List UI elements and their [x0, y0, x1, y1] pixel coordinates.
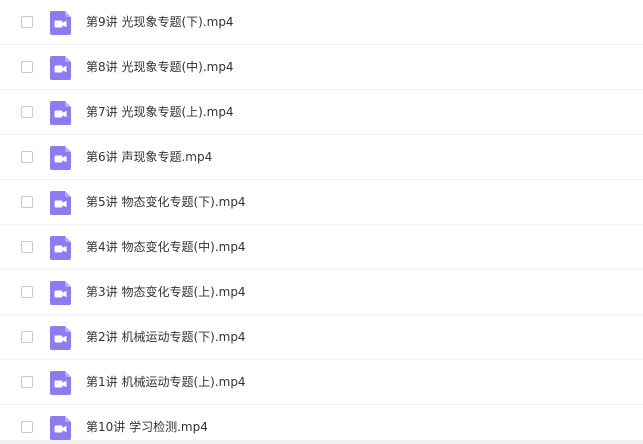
row-checkbox[interactable] — [21, 376, 33, 388]
row-checkbox[interactable] — [21, 196, 33, 208]
file-name[interactable]: 第6讲 声现象专题.mp4 — [86, 149, 212, 165]
video-file-icon — [50, 191, 71, 215]
row-checkbox[interactable] — [21, 241, 33, 253]
file-name[interactable]: 第3讲 物态变化专题(上).mp4 — [86, 284, 246, 300]
video-file-icon — [50, 101, 71, 125]
file-name[interactable]: 第7讲 光现象专题(上).mp4 — [86, 104, 234, 120]
video-file-icon — [50, 371, 71, 395]
file-name[interactable]: 第5讲 物态变化专题(下).mp4 — [86, 194, 246, 210]
file-name[interactable]: 第8讲 光现象专题(中).mp4 — [86, 59, 234, 75]
video-file-icon — [50, 236, 71, 260]
file-row[interactable]: 第4讲 物态变化专题(中).mp4 — [0, 225, 643, 270]
file-name[interactable]: 第1讲 机械运动专题(上).mp4 — [86, 374, 246, 390]
row-checkbox[interactable] — [21, 16, 33, 28]
video-file-icon — [50, 146, 71, 170]
file-row[interactable]: 第5讲 物态变化专题(下).mp4 — [0, 180, 643, 225]
file-row[interactable]: 第10讲 学习检测.mp4 — [0, 405, 643, 444]
file-name[interactable]: 第4讲 物态变化专题(中).mp4 — [86, 239, 246, 255]
file-name[interactable]: 第10讲 学习检测.mp4 — [86, 419, 208, 435]
row-checkbox[interactable] — [21, 421, 33, 433]
file-row[interactable]: 第9讲 光现象专题(下).mp4 — [0, 0, 643, 45]
row-checkbox[interactable] — [21, 61, 33, 73]
video-file-icon — [50, 11, 71, 35]
file-row[interactable]: 第3讲 物态变化专题(上).mp4 — [0, 270, 643, 315]
file-row[interactable]: 第1讲 机械运动专题(上).mp4 — [0, 360, 643, 405]
file-row[interactable]: 第2讲 机械运动专题(下).mp4 — [0, 315, 643, 360]
row-checkbox[interactable] — [21, 106, 33, 118]
row-checkbox[interactable] — [21, 286, 33, 298]
video-file-icon — [50, 326, 71, 350]
file-row[interactable]: 第8讲 光现象专题(中).mp4 — [0, 45, 643, 90]
video-file-icon — [50, 416, 71, 440]
file-row[interactable]: 第6讲 声现象专题.mp4 — [0, 135, 643, 180]
video-file-icon — [50, 56, 71, 80]
row-checkbox[interactable] — [21, 331, 33, 343]
horizontal-scrollbar[interactable] — [0, 440, 643, 444]
file-list: 第9讲 光现象专题(下).mp4 第8讲 光现象专题(中).mp4 第7讲 光现象专… — [0, 0, 643, 444]
row-checkbox[interactable] — [21, 151, 33, 163]
file-name[interactable]: 第9讲 光现象专题(下).mp4 — [86, 14, 234, 30]
file-name[interactable]: 第2讲 机械运动专题(下).mp4 — [86, 329, 246, 345]
file-row[interactable]: 第7讲 光现象专题(上).mp4 — [0, 90, 643, 135]
video-file-icon — [50, 281, 71, 305]
